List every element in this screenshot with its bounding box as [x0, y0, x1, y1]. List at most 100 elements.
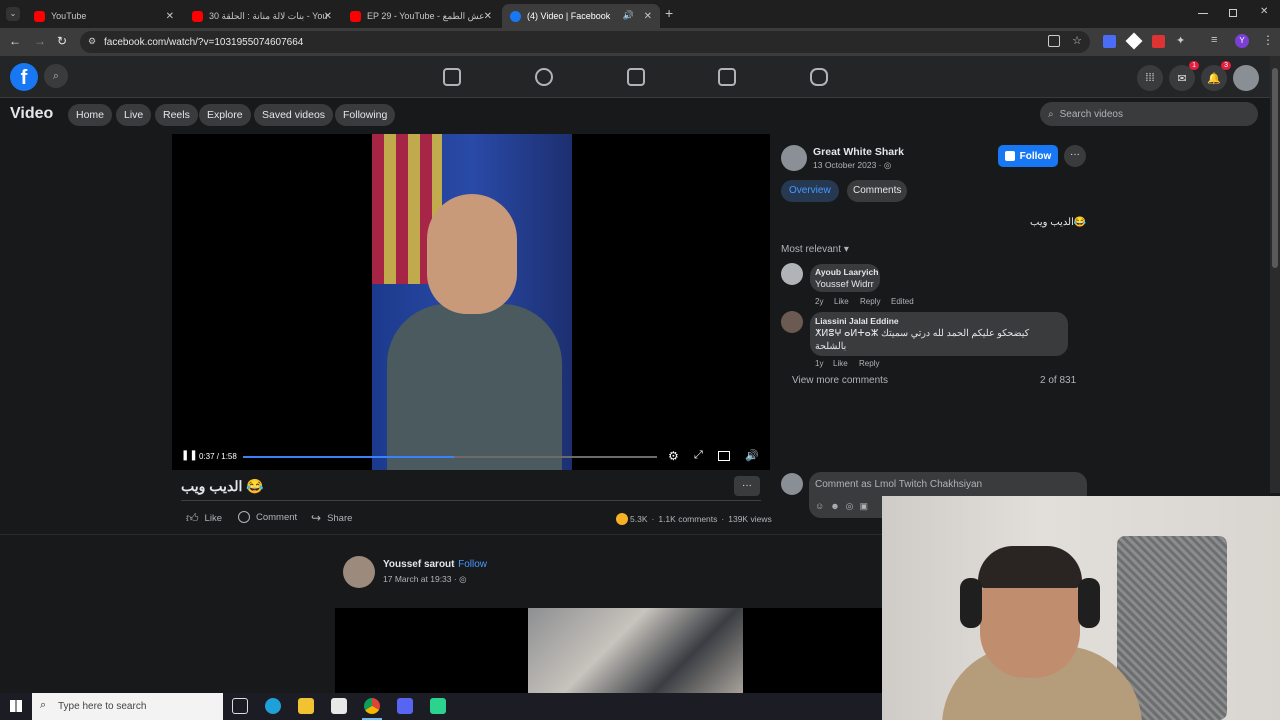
browser-tab-active[interactable]: (4) Video | Facebook 🔊 ✕: [502, 4, 660, 28]
commenter-avatar[interactable]: [781, 263, 803, 285]
install-icon[interactable]: [1048, 35, 1060, 47]
commenter-name[interactable]: Ayoub Laaryich: [815, 267, 878, 277]
tab-comments[interactable]: Comments: [847, 180, 908, 202]
marketplace-icon[interactable]: [718, 68, 736, 86]
share-button[interactable]: ↪ Share: [311, 511, 352, 525]
site-info-icon[interactable]: ⚙: [88, 36, 96, 47]
comment-time: 1y: [815, 359, 824, 368]
bookmark-star-icon[interactable]: ☆: [1072, 34, 1082, 47]
tab-overview[interactable]: Overview: [781, 180, 839, 202]
tab-saved-videos[interactable]: Saved videos: [254, 104, 334, 126]
edge-icon[interactable]: [265, 698, 281, 714]
fullscreen-icon[interactable]: ⤢: [694, 449, 703, 462]
post-author[interactable]: Youssef sarout: [383, 559, 455, 570]
follow-button[interactable]: Follow: [998, 145, 1058, 167]
task-view-icon[interactable]: [232, 698, 248, 714]
follow-link[interactable]: · Follow: [452, 559, 487, 570]
reload-icon[interactable]: ↻: [57, 34, 67, 48]
minimize-icon[interactable]: [1198, 13, 1208, 14]
tab-explore[interactable]: Explore: [199, 104, 251, 126]
more-options-button[interactable]: ···: [734, 476, 760, 496]
youtube-icon: [350, 10, 361, 22]
like-button[interactable]: 👍︎ Like: [186, 511, 222, 526]
browser-tab[interactable]: EP 29 - YouTube - عش الطمع ✕: [342, 4, 500, 28]
restore-icon[interactable]: [1229, 9, 1237, 17]
speaker-icon[interactable]: 🔊: [623, 10, 634, 21]
forward-icon[interactable]: →: [34, 34, 46, 48]
chrome-icon[interactable]: [364, 698, 380, 714]
commenter-avatar[interactable]: [781, 311, 803, 333]
comment-count[interactable]: 1.1K comments: [658, 514, 717, 524]
home-icon[interactable]: [443, 68, 461, 86]
search-icon[interactable]: ⌕: [44, 64, 68, 88]
page-title: Video: [10, 105, 54, 122]
view-more-comments-link[interactable]: View more comments: [792, 375, 888, 386]
extensions-puzzle-icon[interactable]: ✦: [1176, 34, 1185, 47]
commenter-name[interactable]: Liassini Jalal Eddine: [815, 316, 899, 326]
obs-icon[interactable]: [430, 698, 446, 714]
volume-icon[interactable]: 🔊: [745, 449, 759, 462]
tab-reels[interactable]: Reels: [155, 104, 198, 126]
close-icon[interactable]: ✕: [644, 11, 652, 22]
post-caption: الديب ويب😂: [1030, 217, 1087, 228]
tab-following[interactable]: Following: [335, 104, 396, 126]
author-avatar[interactable]: [343, 556, 375, 588]
browser-tab[interactable]: YouTube ✕: [26, 4, 182, 28]
comment-text: Youssef Widrr: [815, 279, 874, 290]
video-subject-face: [427, 194, 517, 314]
discord-icon[interactable]: [397, 698, 413, 714]
notifications-icon[interactable]: 🔔 3: [1201, 61, 1231, 91]
file-explorer-icon[interactable]: [298, 698, 314, 714]
close-icon[interactable]: ✕: [324, 11, 332, 22]
profile-avatar[interactable]: Y: [1235, 34, 1249, 48]
page-scrollbar[interactable]: [1270, 56, 1280, 493]
facebook-logo[interactable]: f: [10, 63, 38, 91]
watch-icon[interactable]: [627, 68, 645, 86]
back-icon[interactable]: ←: [9, 34, 21, 48]
comment-like-link[interactable]: Like: [834, 297, 849, 306]
more-options-button[interactable]: ···: [1064, 145, 1086, 167]
video-player[interactable]: [172, 134, 770, 470]
tab-live[interactable]: Live: [116, 104, 152, 126]
browser-tab[interactable]: بنات لالة منانة : الحلقة 30 - YouTube ✕: [184, 4, 340, 28]
seek-bar[interactable]: [243, 456, 657, 458]
settings-icon[interactable]: ⚙: [668, 449, 679, 463]
close-icon[interactable]: ✕: [166, 11, 174, 22]
search-videos-field[interactable]: ⌕ Search videos: [1040, 102, 1258, 126]
author-avatar[interactable]: [781, 145, 807, 171]
browser-menu-icon[interactable]: ⋮: [1262, 33, 1274, 47]
new-tab-button[interactable]: +: [665, 5, 673, 21]
tab-search-icon[interactable]: ⌄: [6, 7, 20, 21]
address-bar[interactable]: ⚙ facebook.com/watch/?v=1031955074607664…: [80, 31, 1090, 53]
tab-home[interactable]: Home: [68, 104, 113, 126]
friends-icon[interactable]: [535, 68, 553, 86]
menu-grid-icon[interactable]: ⁞⁞⁞: [1137, 65, 1163, 91]
pause-icon[interactable]: ❚❚: [181, 450, 198, 461]
extension-red-icon[interactable]: [1152, 35, 1165, 48]
webcam-overlay: [882, 496, 1280, 720]
comment-reply-link[interactable]: Reply: [860, 297, 880, 306]
messenger-icon[interactable]: ✉ 1: [1169, 61, 1199, 91]
sort-dropdown[interactable]: Most relevant ▾: [781, 244, 849, 255]
media-control-icon[interactable]: ≡: [1211, 34, 1217, 46]
reaction-count[interactable]: 5.3K: [630, 514, 648, 524]
windows-start-icon[interactable]: [10, 700, 22, 712]
headphones-icon: [960, 578, 982, 628]
comment-reply-link[interactable]: Reply: [859, 359, 879, 368]
comment-like-link[interactable]: Like: [833, 359, 848, 368]
pip-icon[interactable]: [718, 451, 730, 461]
close-window-icon[interactable]: ✕: [1260, 6, 1268, 17]
store-icon[interactable]: [331, 698, 347, 714]
translate-extension-icon[interactable]: [1103, 35, 1116, 48]
taskbar-search-field[interactable]: ⌕ Type here to search: [32, 693, 223, 720]
add-page-icon: [1004, 151, 1015, 161]
extension-icon[interactable]: [1125, 32, 1143, 50]
scrollbar-thumb[interactable]: [1272, 68, 1278, 268]
gaming-icon[interactable]: [810, 68, 828, 86]
account-avatar[interactable]: [1233, 65, 1259, 91]
comment-button[interactable]: Comment: [238, 511, 297, 523]
post-video[interactable]: [335, 608, 882, 693]
close-icon[interactable]: ✕: [484, 11, 492, 22]
laughing-emoji-icon: [616, 513, 628, 525]
author-name[interactable]: Great White Shark: [813, 146, 904, 158]
